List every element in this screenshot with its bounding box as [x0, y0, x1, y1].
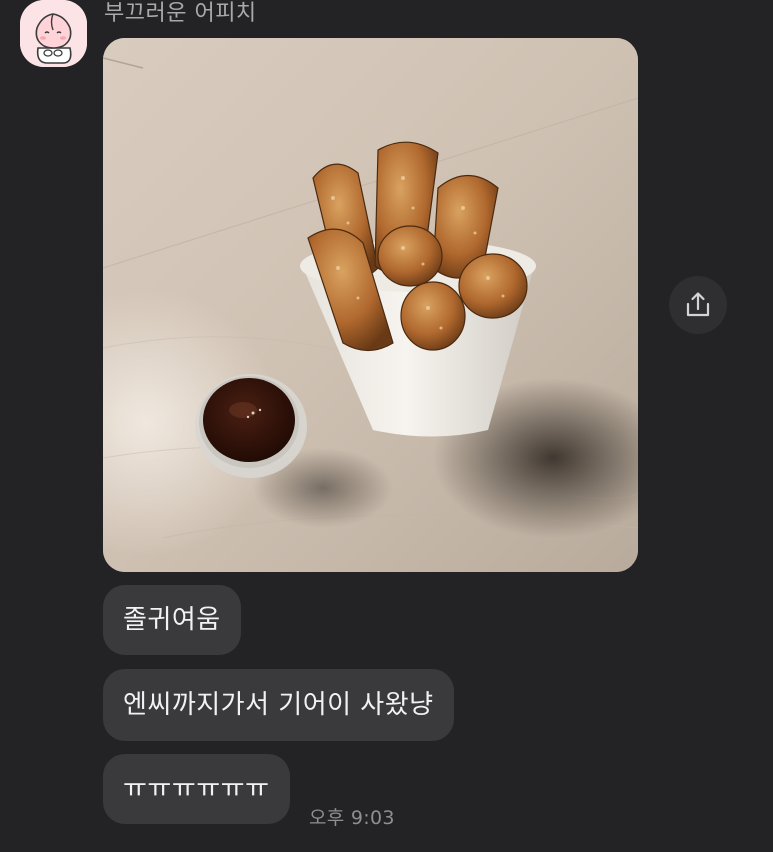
apeach-icon — [20, 0, 87, 67]
message-bubble[interactable]: 엔씨까지가서 기어이 사왔냥 — [103, 669, 454, 741]
message-bubble[interactable]: ㅠㅠㅠㅠㅠㅠ — [103, 754, 290, 824]
share-button[interactable] — [669, 276, 727, 334]
sender-avatar[interactable] — [20, 0, 87, 67]
sender-name: 부끄러운 어피치 — [104, 1, 257, 26]
photo-message[interactable] — [103, 38, 638, 572]
churros-photo — [103, 38, 638, 572]
share-upload-icon — [686, 292, 710, 317]
message-bubble[interactable]: 졸귀여움 — [103, 585, 241, 655]
message-timestamp: 오후 9:03 — [309, 807, 395, 829]
chat-screen: 부끄러운 어피치 졸귀여움 엔씨까지가서 기어이 사왔냥 ㅠㅠㅠㅠㅠㅠ 오후 9… — [0, 0, 773, 852]
